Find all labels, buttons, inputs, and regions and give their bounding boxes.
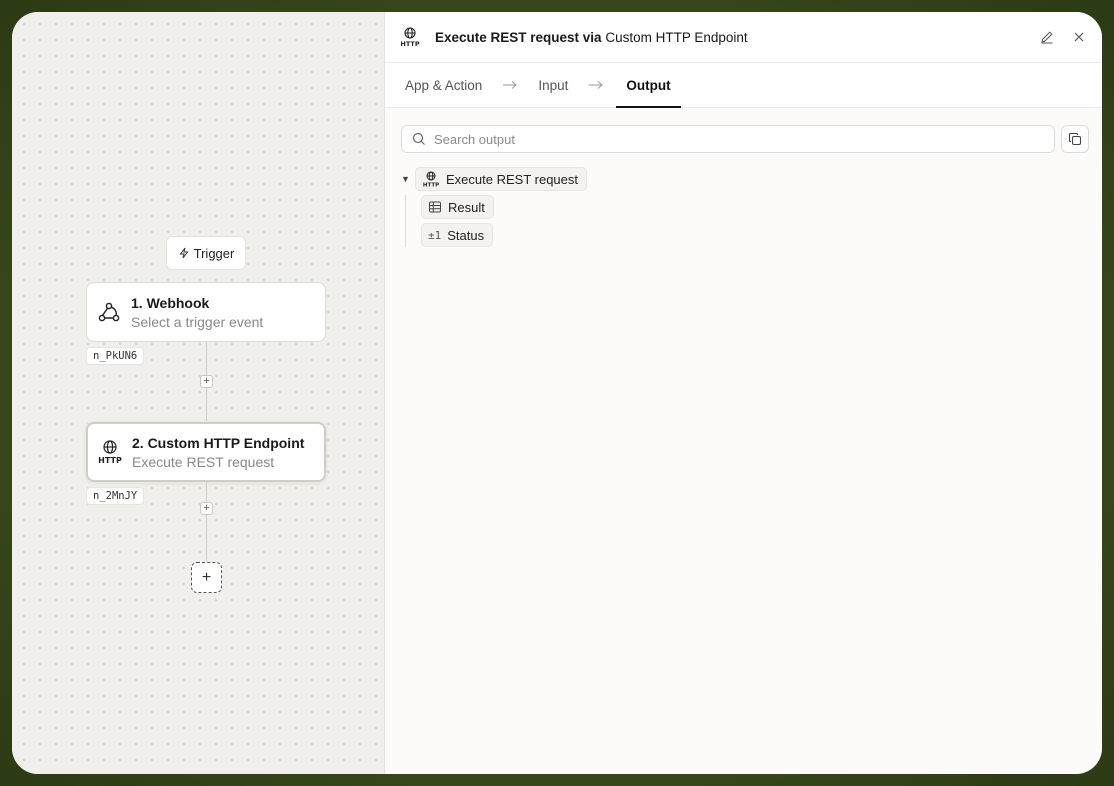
node-title: 2. Custom HTTP Endpoint: [132, 434, 305, 451]
tab-output[interactable]: Output: [616, 63, 681, 108]
node-id-badge: n_PkUN6: [86, 347, 145, 365]
search-icon: [412, 132, 425, 145]
panel-title-app: Custom HTTP Endpoint: [605, 29, 748, 45]
lightning-icon: [179, 247, 189, 259]
search-box[interactable]: [401, 125, 1055, 153]
tree-item-result[interactable]: Result: [421, 195, 494, 219]
insert-step-button[interactable]: +: [200, 502, 213, 515]
webhook-icon: [87, 299, 131, 325]
node-id-badge: n_2MnJY: [86, 487, 145, 505]
number-type-icon: ±1: [428, 228, 442, 242]
step-detail-panel: HTTP Execute REST request via Custom HTT…: [384, 12, 1102, 774]
panel-title: Execute REST request via Custom HTTP End…: [435, 30, 748, 45]
copy-button[interactable]: [1061, 125, 1089, 153]
close-button[interactable]: [1069, 27, 1089, 47]
http-globe-icon: HTTP: [399, 26, 421, 48]
copy-icon: [1068, 132, 1082, 146]
panel-title-action: Execute REST request via: [435, 29, 602, 45]
tree-item-label: Status: [447, 227, 485, 243]
panel-header: HTTP Execute REST request via Custom HTT…: [385, 12, 1102, 63]
insert-step-button[interactable]: +: [200, 375, 213, 388]
tree-item-label: Result: [448, 199, 485, 215]
http-globe-icon: HTTP: [88, 439, 132, 465]
table-icon: [429, 201, 441, 213]
connector-line: [206, 482, 207, 562]
tab-app-action[interactable]: App & Action: [405, 63, 490, 107]
tree-children: Result ±1 Status: [405, 195, 587, 247]
workflow-node-http[interactable]: HTTP 2. Custom HTTP Endpoint Execute RES…: [86, 422, 326, 482]
caret-down-icon[interactable]: ▼: [401, 174, 415, 184]
trigger-label: Trigger: [193, 245, 235, 261]
node-subtitle: Execute REST request: [132, 453, 275, 470]
tree-root-label: Execute REST request: [446, 171, 578, 187]
workflow-node-webhook[interactable]: 1. Webhook Select a trigger event: [86, 282, 326, 342]
svg-text:HTTP: HTTP: [423, 183, 439, 189]
trigger-button[interactable]: Trigger: [166, 236, 246, 270]
svg-text:HTTP: HTTP: [98, 456, 122, 465]
add-step-button[interactable]: +: [191, 562, 222, 593]
app-frame: Trigger 1. Webhook Select a trigger even…: [12, 12, 1102, 774]
search-input[interactable]: [434, 131, 1034, 147]
output-tree: ▼ HTTP Execute REST request Result ±1 St…: [401, 167, 587, 251]
search-row: [401, 125, 1089, 153]
tree-item-status[interactable]: ±1 Status: [421, 223, 494, 247]
workflow-canvas[interactable]: Trigger 1. Webhook Select a trigger even…: [12, 12, 384, 774]
node-subtitle: Select a trigger event: [131, 313, 264, 330]
panel-tabs: App & Action Input Output: [385, 63, 1102, 108]
edit-button[interactable]: [1037, 27, 1057, 47]
close-icon: [1074, 32, 1084, 42]
tree-root-item[interactable]: HTTP Execute REST request: [415, 167, 587, 191]
svg-text:HTTP: HTTP: [400, 40, 419, 48]
http-globe-icon: HTTP: [423, 171, 439, 189]
node-title: 1. Webhook: [131, 294, 210, 311]
pencil-icon: [1041, 31, 1053, 44]
arrow-right-icon: [490, 63, 530, 107]
tab-input[interactable]: Input: [530, 63, 576, 107]
arrow-right-icon: [576, 63, 616, 107]
